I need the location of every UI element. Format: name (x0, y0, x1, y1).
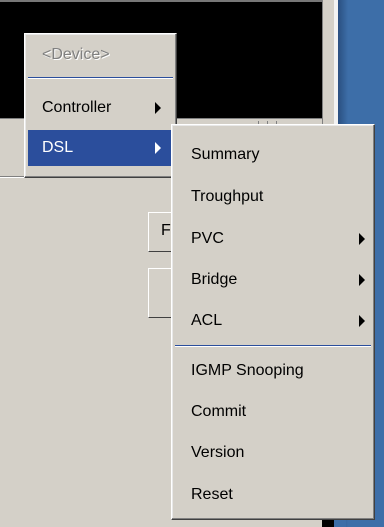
menu-item-reset[interactable]: Reset (175, 477, 371, 513)
submenu-arrow-icon (155, 142, 161, 154)
menu-item-summary[interactable]: Summary (175, 137, 371, 173)
menu-item-label: PVC (191, 230, 224, 247)
menu-item-commit[interactable]: Commit (175, 394, 371, 430)
menu-item-label: Version (191, 444, 245, 461)
menu-item-label: Commit (191, 403, 247, 420)
menu-item-dsl[interactable]: DSL (28, 130, 173, 166)
menu-item-bridge[interactable]: Bridge (175, 262, 371, 298)
menu-item-label: <Device> (42, 46, 110, 63)
menu-item-label: Bridge (191, 271, 238, 288)
menu-item-igmp-snooping[interactable]: IGMP Snooping (175, 353, 371, 389)
menu-item-troughput[interactable]: Troughput (175, 179, 371, 215)
menu-separator (175, 345, 371, 347)
submenu-arrow-icon (359, 315, 365, 327)
app-canvas-top-edge (0, 0, 322, 2)
submenu-arrow-icon (155, 102, 161, 114)
menu-item-pvc[interactable]: PVC (175, 221, 371, 257)
menu-item-label: DSL (42, 139, 74, 156)
menu-item-device-header: <Device> (28, 37, 173, 73)
menu-item-acl[interactable]: ACL (175, 303, 371, 339)
menu-item-controller[interactable]: Controller (28, 90, 173, 126)
menu-item-label: Summary (191, 146, 260, 163)
menu-item-label: Controller (42, 99, 112, 116)
menu-item-label: ACL (191, 312, 223, 329)
dsl-submenu: Summary Troughput PVC Bridge ACL IGMP Sn… (171, 124, 375, 520)
background-button-label: F (161, 222, 171, 239)
submenu-arrow-icon (359, 233, 365, 245)
menu-item-label: Reset (191, 486, 233, 503)
menu-item-label: Troughput (191, 188, 264, 205)
menu-item-label: IGMP Snooping (191, 362, 304, 379)
menu-separator (28, 77, 173, 79)
menu-item-version[interactable]: Version (175, 435, 371, 471)
submenu-arrow-icon (359, 274, 365, 286)
device-context-menu: <Device> Controller DSL (24, 33, 177, 178)
